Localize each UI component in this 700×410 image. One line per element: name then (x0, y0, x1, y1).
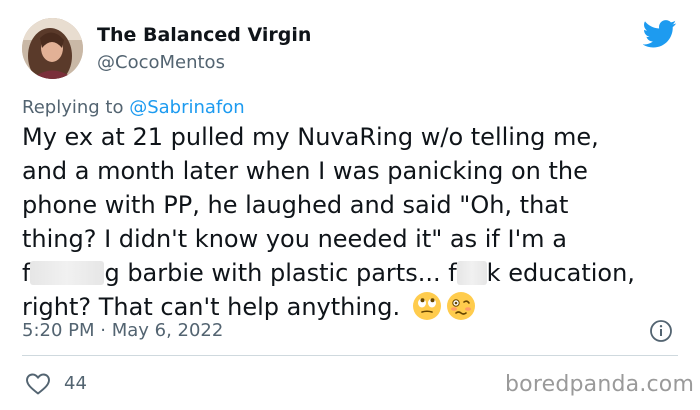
twitter-bird-icon[interactable] (642, 20, 677, 48)
tweet-text-line: and a month later when I was panicking o… (22, 157, 588, 185)
tweet-text-line: My ex at 21 pulled my NuvaRing w/o telli… (22, 123, 599, 151)
source-watermark: boredpanda.com (505, 372, 695, 397)
censor-blur (30, 261, 105, 285)
tweet-text-line: phone with PP, he laughed and said "Oh, … (22, 191, 569, 219)
text-fragment: g barbie with plastic parts... f (104, 259, 457, 287)
like-count: 44 (64, 373, 87, 394)
reply-prefix: Replying to (22, 97, 130, 118)
text-fragment: k education, (486, 259, 635, 287)
author-handle[interactable]: @CocoMentos (97, 52, 225, 73)
censor-blur (456, 261, 487, 285)
woozy-face-emoji (446, 291, 476, 321)
reply-mention-link[interactable]: @Sabrinafon (129, 97, 244, 118)
tweet-card: The Balanced Virgin @CocoMentos Replying… (0, 0, 700, 410)
heart-icon[interactable] (25, 372, 51, 396)
tweet-text-line: f g barbie with plastic parts... f k educa… (22, 256, 682, 290)
text-fragment: f (22, 259, 31, 287)
divider (22, 355, 678, 356)
tweet-timestamp[interactable]: 5:20 PM · May 6, 2022 (22, 320, 223, 341)
info-icon[interactable] (649, 319, 673, 343)
face-with-rolling-eyes-emoji (412, 291, 442, 321)
avatar[interactable] (22, 18, 83, 79)
tweet-text-line: right? That can't help anything. (22, 290, 682, 324)
reply-context: Replying to @Sabrinafon (22, 97, 245, 118)
author-display-name[interactable]: The Balanced Virgin (97, 24, 311, 46)
text-fragment: right? That can't help anything. (22, 293, 401, 321)
tweet-text-line: thing? I didn't know you needed it" as i… (22, 225, 567, 253)
tweet-text: My ex at 21 pulled my NuvaRing w/o telli… (22, 120, 682, 324)
